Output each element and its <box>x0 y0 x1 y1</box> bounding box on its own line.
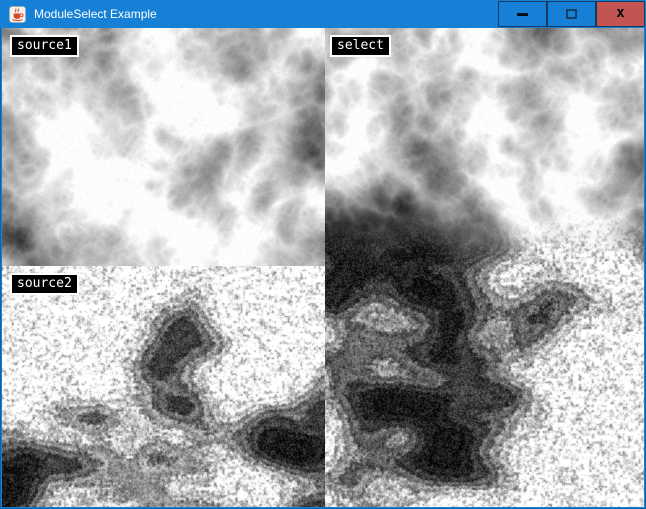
minimize-icon <box>517 13 528 16</box>
close-icon: x <box>616 6 624 20</box>
source2-image <box>2 266 325 507</box>
select-label: select <box>330 35 391 57</box>
source1-label: source1 <box>10 35 79 57</box>
maximize-button[interactable] <box>547 1 596 27</box>
minimize-button[interactable] <box>498 1 547 27</box>
java-app-icon <box>9 6 26 23</box>
app-window: ModuleSelect Example x source1 select so… <box>0 0 646 509</box>
titlebar[interactable]: ModuleSelect Example x <box>0 0 646 28</box>
close-button[interactable]: x <box>596 1 645 27</box>
source2-label: source2 <box>10 273 79 295</box>
maximize-icon <box>566 9 577 19</box>
source1-image <box>2 28 325 266</box>
window-controls: x <box>498 0 646 28</box>
render-area: source1 select source2 <box>2 28 644 507</box>
window-title: ModuleSelect Example <box>34 0 157 28</box>
